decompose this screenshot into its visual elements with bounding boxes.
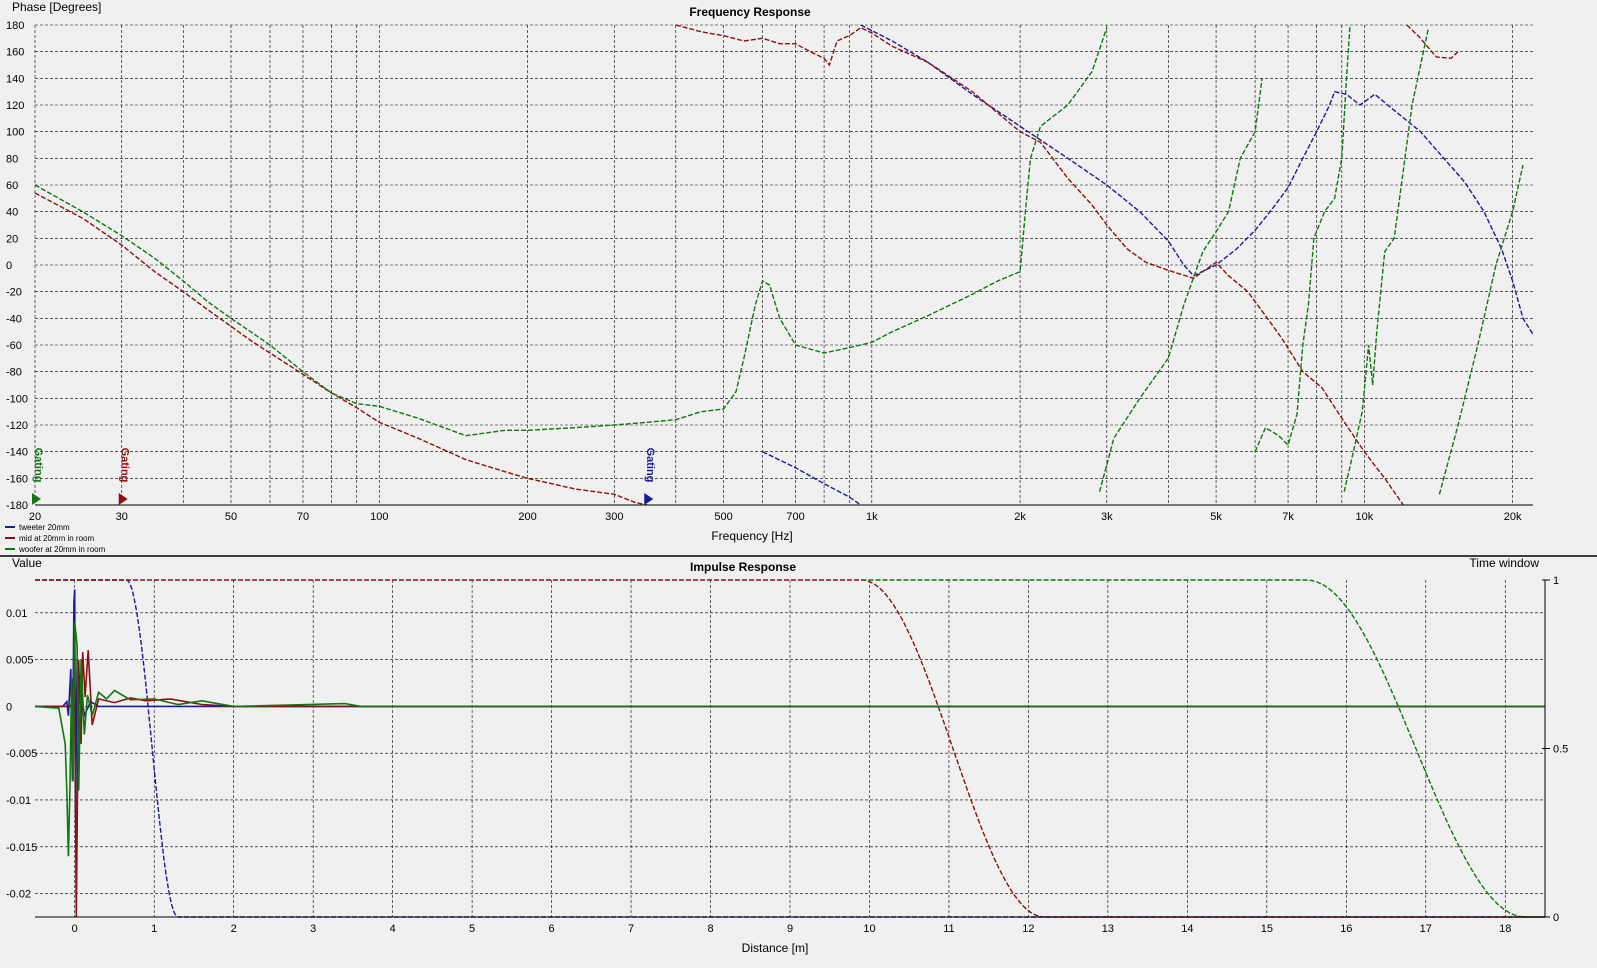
freq-y-axis-label: Phase [Degrees] bbox=[12, 0, 101, 14]
freq-x-tick-label: 100 bbox=[370, 511, 388, 523]
impulse-y-tick-label: 0 bbox=[6, 701, 12, 713]
impulse-y-tick-label: -0.01 bbox=[6, 795, 31, 807]
impulse-y2-tick-label: 0 bbox=[1553, 912, 1559, 924]
freq-x-tick-label: 20k bbox=[1504, 511, 1522, 523]
legend: tweeter 20mm mid at 20mm in room woofer at… bbox=[5, 523, 106, 554]
freq-y-tick-label: -80 bbox=[6, 367, 22, 379]
impulse-y-tick-label: 0.01 bbox=[6, 608, 27, 620]
impulse-y2-tick-label: 0.5 bbox=[1553, 744, 1568, 756]
freq-x-tick-label: 10k bbox=[1355, 511, 1373, 523]
impulse-x-tick-label: 7 bbox=[628, 923, 634, 935]
freq-x-tick-labels: 20 30 50 70 100 200 300 500 700 1k 2k 3k 5k 7k 10k 20k bbox=[29, 511, 1522, 523]
impulse-x-tick-label: 16 bbox=[1340, 923, 1352, 935]
freq-x-tick-label: 20 bbox=[29, 511, 41, 523]
freq-y-tick-label: 0 bbox=[6, 260, 12, 272]
freq-y-tick-label: 20 bbox=[6, 233, 18, 245]
impulse-x-tick-label: 5 bbox=[469, 923, 475, 935]
freq-x-tick-label: 1k bbox=[866, 511, 878, 523]
legend-label: tweeter 20mm bbox=[19, 523, 70, 532]
impulse-x-tick-label: 15 bbox=[1261, 923, 1273, 935]
freq-x-tick-label: 300 bbox=[605, 511, 623, 523]
freq-y-tick-label: 40 bbox=[6, 207, 18, 219]
freq-y-tick-label: -120 bbox=[6, 420, 28, 432]
freq-y-tick-label: 120 bbox=[6, 100, 24, 112]
impulse-x-tick-label: 18 bbox=[1499, 923, 1511, 935]
impulse-x-tick-label: 11 bbox=[943, 923, 954, 935]
freq-y-tick-label: -160 bbox=[6, 473, 28, 485]
impulse-x-tick-label: 10 bbox=[863, 923, 875, 935]
impulse-response-chart: 0.010.0050-0.005-0.01-0.015-0.02 10.50 0… bbox=[6, 556, 1568, 955]
gating-label: Gating bbox=[32, 448, 44, 483]
impulse-x-tick-label: 12 bbox=[1022, 923, 1034, 935]
freq-x-tick-label: 2k bbox=[1014, 511, 1026, 523]
gating-label: Gating bbox=[644, 448, 656, 483]
freq-x-tick-label: 3k bbox=[1101, 511, 1113, 523]
impulse-x-tick-label: 2 bbox=[231, 923, 237, 935]
legend-label: mid at 20mm in room bbox=[19, 534, 94, 543]
freq-x-tick-label: 700 bbox=[786, 511, 804, 523]
impulse-x-tick-label: 6 bbox=[549, 923, 555, 935]
freq-plot-background bbox=[35, 25, 1533, 505]
freq-y-tick-labels: 180 160 140 120 100 80 60 40 20 0 -20 -40 -60 -80 -100… bbox=[6, 20, 28, 512]
impulse-chart-title: Impulse Response bbox=[690, 560, 796, 574]
impulse-x-tick-label: 4 bbox=[390, 923, 396, 935]
impulse-x-tick-label: 8 bbox=[707, 923, 713, 935]
chart-stage: Gating Gating Gating 180160140120100806040… bbox=[0, 0, 1597, 955]
freq-y-tick-label: -40 bbox=[6, 313, 22, 325]
freq-x-tick-label: 7k bbox=[1282, 511, 1294, 523]
freq-x-tick-label: 200 bbox=[518, 511, 536, 523]
impulse-x-tick-label: 13 bbox=[1102, 923, 1114, 935]
freq-y-tick-label: 80 bbox=[6, 153, 18, 165]
freq-y-tick-label: 100 bbox=[6, 127, 24, 139]
impulse-x-tick-label: 14 bbox=[1181, 923, 1193, 935]
frequency-response-chart: Gating Gating Gating 180 160 140 120 100 80 60 40… bbox=[5, 0, 1534, 554]
freq-y-tick-label: -180 bbox=[6, 500, 28, 512]
freq-x-tick-label: 70 bbox=[297, 511, 309, 523]
freq-y-tick-label: -100 bbox=[6, 393, 28, 405]
impulse-y-tick-labels: 0.01 0.005 0 -0.005 -0.01 -0.015 -0.02 bbox=[6, 608, 37, 901]
freq-y-tick-label: -140 bbox=[6, 447, 28, 459]
impulse-x-tick-label: 0 bbox=[72, 923, 78, 935]
legend-label: woofer at 20mm in room bbox=[18, 545, 106, 554]
impulse-y-tick-label: -0.02 bbox=[6, 889, 31, 901]
freq-x-tick-label: 5k bbox=[1210, 511, 1222, 523]
impulse-x-tick-label: 1 bbox=[151, 923, 157, 935]
impulse-x-tick-label: 17 bbox=[1420, 923, 1432, 935]
freq-x-tick-label: 30 bbox=[116, 511, 128, 523]
freq-y-tick-label: 160 bbox=[6, 47, 24, 59]
freq-x-tick-label: 500 bbox=[714, 511, 732, 523]
impulse-x-tick-label: 9 bbox=[787, 923, 793, 935]
gating-label: Gating bbox=[119, 448, 131, 483]
freq-y-tick-label: 140 bbox=[6, 73, 24, 85]
impulse-x-axis-label: Distance [m] bbox=[742, 941, 809, 955]
impulse-y2-axis-label: Time window bbox=[1469, 556, 1539, 570]
freq-y-tick-label: -20 bbox=[6, 287, 22, 299]
impulse-y2-tick-labels: 10.50 bbox=[1542, 575, 1568, 924]
impulse-x-tick-label: 3 bbox=[310, 923, 316, 935]
freq-x-tick-label: 50 bbox=[225, 511, 237, 523]
freq-x-axis-label: Frequency [Hz] bbox=[711, 529, 792, 543]
impulse-y-tick-label: -0.015 bbox=[6, 842, 37, 854]
impulse-y-tick-label: -0.005 bbox=[6, 748, 37, 760]
freq-y-tick-label: -60 bbox=[6, 340, 22, 352]
freq-y-tick-label: 180 bbox=[6, 20, 24, 32]
impulse-y-axis-label: Value bbox=[12, 556, 42, 570]
impulse-y-tick-label: 0.005 bbox=[6, 655, 34, 667]
freq-chart-title: Frequency Response bbox=[689, 5, 811, 19]
freq-y-tick-label: 60 bbox=[6, 180, 18, 192]
impulse-y2-tick-label: 1 bbox=[1553, 575, 1559, 587]
impulse-x-tick-labels: 0 1 2 3 4 5 6 7 8 9 10 11 12 13 14 15 16 17 18 bbox=[72, 923, 1512, 935]
